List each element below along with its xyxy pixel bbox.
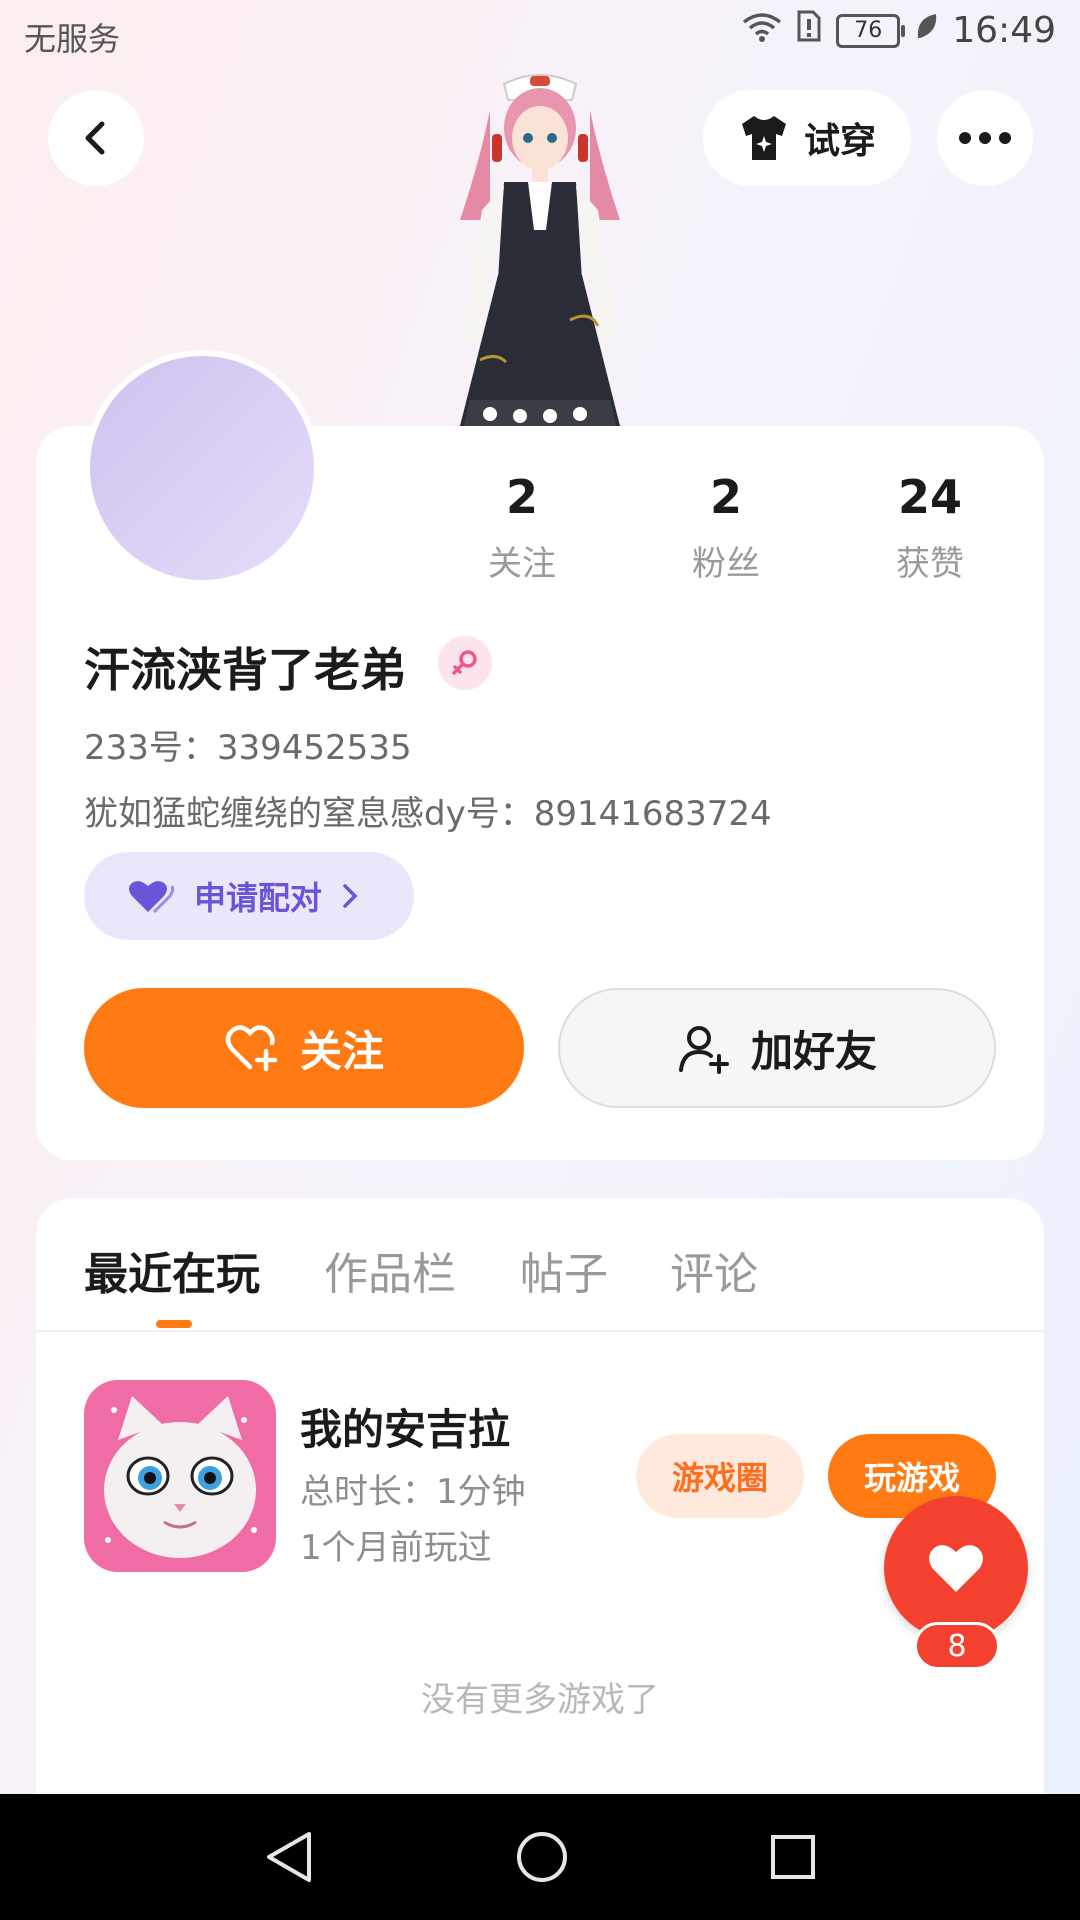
like-count-badge: 8 [914, 1622, 1000, 1670]
heart-plus-icon [225, 1025, 278, 1072]
more-options-button[interactable] [937, 90, 1033, 186]
stat-fans-label: 粉丝 [692, 544, 760, 584]
more-dots-icon [959, 132, 1011, 144]
active-tab-indicator [156, 1320, 192, 1328]
tab-divider [36, 1330, 1044, 1332]
status-icons: 76 16:49 [742, 10, 1056, 51]
chevron-left-icon [85, 121, 105, 155]
user-id: 233号：339452535 [84, 728, 412, 768]
stat-fans[interactable]: 2 粉丝 [646, 470, 806, 585]
tshirt-icon [741, 116, 786, 160]
carrier-status: 无服务 [24, 20, 121, 58]
stat-likes-label: 获赞 [896, 544, 964, 584]
avatar-3d-figure[interactable] [420, 70, 660, 426]
tab-comments[interactable]: 评论 [670, 1238, 758, 1302]
add-friend-button[interactable]: 加好友 [558, 988, 996, 1108]
stat-likes[interactable]: 24 获赞 [850, 470, 1010, 585]
game-duration: 总时长：1分钟 [300, 1472, 526, 1512]
game-icon[interactable] [84, 1380, 276, 1572]
back-button[interactable] [48, 90, 144, 186]
system-nav-bar [0, 1794, 1080, 1920]
heart-pair-icon [129, 881, 175, 914]
sim-alert-icon [796, 10, 822, 51]
wifi-icon [742, 10, 782, 51]
game-title: 我的安吉拉 [300, 1405, 511, 1454]
avatar[interactable] [84, 350, 320, 586]
follow-label: 关注 [299, 1026, 384, 1076]
nav-recents-icon[interactable] [769, 1833, 817, 1881]
clock-time: 16:49 [952, 10, 1056, 51]
stat-following-count: 2 [505, 470, 538, 524]
add-user-icon [678, 1026, 729, 1074]
leaf-icon [914, 10, 938, 51]
like-button[interactable] [884, 1496, 1028, 1640]
match-request-button[interactable]: 申请配对 [84, 852, 414, 940]
stat-fans-count: 2 [709, 470, 742, 524]
tab-works[interactable]: 作品栏 [324, 1238, 456, 1302]
stat-following-label: 关注 [488, 544, 556, 584]
battery-indicator: 76 [836, 13, 906, 48]
nav-home-icon[interactable] [515, 1830, 569, 1884]
chevron-right-icon [343, 884, 358, 908]
female-icon [452, 650, 477, 675]
tab-posts[interactable]: 帖子 [520, 1238, 608, 1302]
stat-following[interactable]: 2 关注 [442, 470, 602, 585]
add-friend-label: 加好友 [750, 1026, 877, 1076]
gender-badge [438, 636, 492, 690]
username: 汗流浃背了老弟 [84, 643, 406, 697]
stat-likes-count: 24 [897, 470, 962, 524]
game-last-played: 1个月前玩过 [300, 1528, 492, 1568]
game-circle-button[interactable]: 游戏圈 [636, 1434, 804, 1518]
user-bio: 犹如猛蛇缠绕的窒息感dy号：89141683724 [84, 794, 772, 834]
list-end-text: 没有更多游戏了 [421, 1680, 659, 1720]
heart-icon [929, 1545, 983, 1592]
follow-button[interactable]: 关注 [84, 988, 524, 1108]
try-on-label: 试穿 [803, 121, 876, 162]
try-on-button[interactable]: 试穿 [703, 90, 911, 186]
match-request-label: 申请配对 [194, 879, 323, 917]
nav-back-icon[interactable] [263, 1830, 315, 1884]
tab-recently-played[interactable]: 最近在玩 [84, 1238, 260, 1302]
